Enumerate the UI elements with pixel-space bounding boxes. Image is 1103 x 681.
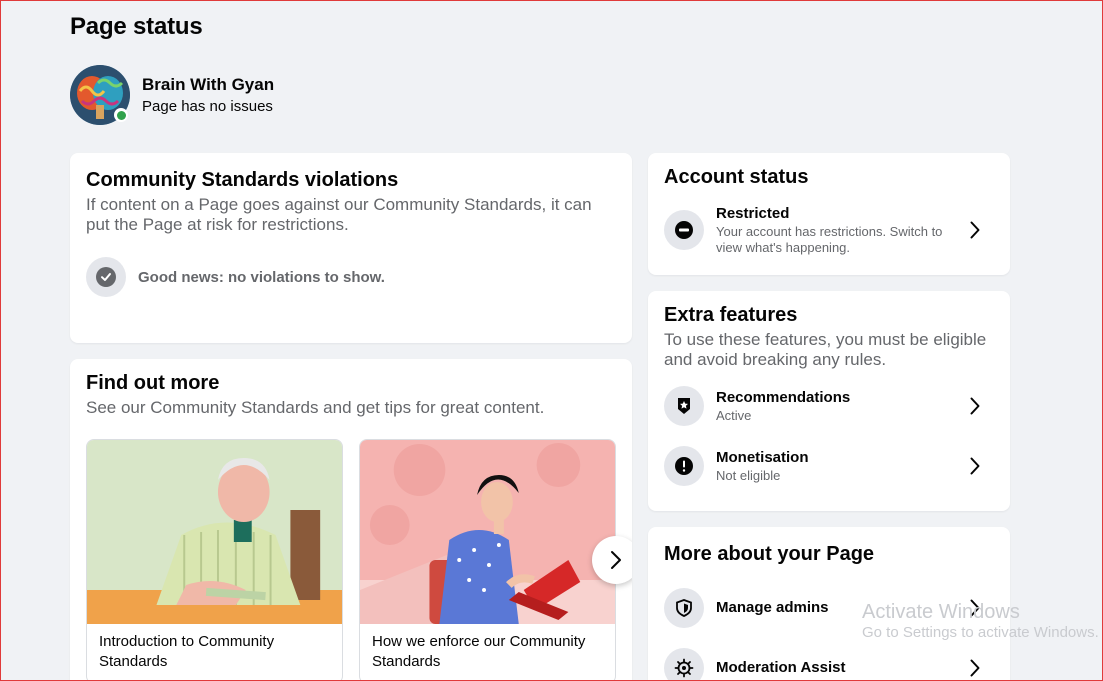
extra-features-card: Extra features To use these features, yo… (648, 291, 1010, 511)
no-violations-row: Good news: no violations to show. (86, 257, 616, 297)
watermark-title: Activate Windows (862, 601, 1020, 623)
extra-features-description: To use these features, you must be eligi… (664, 330, 987, 369)
chevron-right-icon (968, 395, 982, 417)
online-status-dot (114, 108, 128, 122)
page-name[interactable]: Brain With Gyan (142, 74, 274, 96)
shield-icon (664, 588, 704, 628)
chevron-right-icon (968, 455, 982, 477)
find-out-more-title: Find out more (86, 372, 220, 394)
recommendations-row[interactable]: Recommendations Active (664, 386, 994, 426)
restricted-row[interactable]: Restricted Your account has restrictions… (664, 204, 994, 256)
recommendations-label: Recommendations (716, 389, 851, 406)
gear-icon (664, 648, 704, 681)
monetisation-label: Monetisation (716, 449, 809, 466)
resource-tile-enforce[interactable]: How we enforce our Community Standards (359, 439, 616, 681)
find-out-more-description: See our Community Standards and get tips… (86, 398, 545, 417)
page-title: Page status (70, 13, 203, 40)
exclamation-icon (664, 446, 704, 486)
avatar[interactable] (70, 65, 130, 125)
recommendations-status: Active (716, 408, 752, 423)
restricted-description: Your account has restrictions. Switch to… (716, 224, 943, 255)
no-entry-icon (664, 210, 704, 250)
moderation-assist-row[interactable]: Moderation Assist (664, 648, 994, 681)
chevron-right-icon (968, 657, 982, 679)
resource-carousel: Introduction to Community Standards How … (86, 439, 616, 681)
activate-windows-watermark: Activate Windows Go to Settings to activ… (862, 600, 1099, 642)
violations-description: If content on a Page goes against our Co… (86, 195, 592, 234)
restricted-label: Restricted (716, 205, 790, 222)
no-violations-text: Good news: no violations to show. (138, 268, 385, 286)
account-status-title: Account status (664, 166, 809, 188)
checkmark-icon (86, 257, 126, 297)
find-out-more-card: Find out more See our Community Standard… (70, 359, 632, 681)
chevron-right-icon (968, 219, 982, 241)
resource-tile-caption: How we enforce our Community Standards (372, 633, 586, 670)
page-profile: Brain With Gyan Page has no issues (70, 65, 274, 125)
monetisation-status: Not eligible (716, 468, 781, 483)
page-health-status: Page has no issues (142, 97, 273, 115)
monetisation-row[interactable]: Monetisation Not eligible (664, 446, 994, 486)
violations-title: Community Standards violations (86, 169, 399, 191)
extra-features-title: Extra features (664, 304, 798, 326)
account-status-card: Account status Restricted Your account h… (648, 153, 1010, 275)
carousel-next-button[interactable] (592, 536, 632, 584)
moderation-assist-label: Moderation Assist (716, 659, 846, 676)
watermark-subtitle: Go to Settings to activate Windows. (862, 624, 1099, 641)
violations-card: Community Standards violations If conten… (70, 153, 632, 343)
woman-laptop-illustration (360, 440, 615, 624)
resource-tile-intro[interactable]: Introduction to Community Standards (86, 439, 343, 681)
chevron-right-icon (611, 551, 621, 569)
elderly-man-illustration (87, 440, 342, 624)
more-about-page-title: More about your Page (664, 543, 875, 565)
resource-tile-caption: Introduction to Community Standards (99, 633, 275, 670)
badge-star-icon (664, 386, 704, 426)
